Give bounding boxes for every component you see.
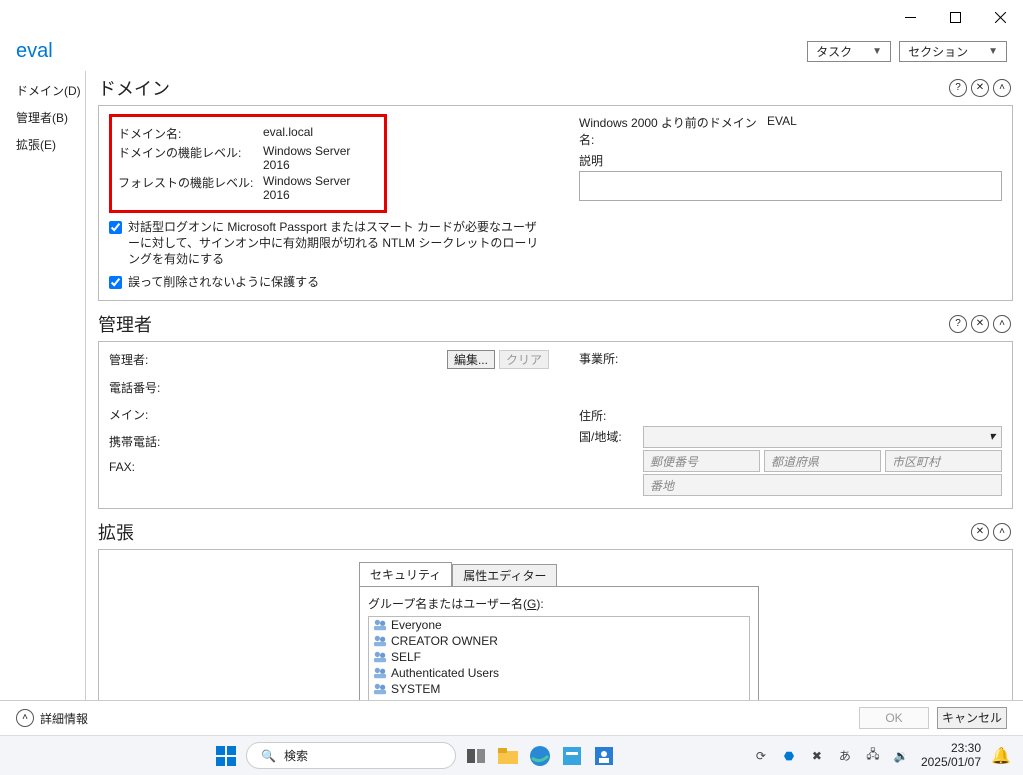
ext-section-title: 拡張 xyxy=(98,519,134,545)
close-icon[interactable]: ✕ xyxy=(971,315,989,333)
admin-label: 管理者: xyxy=(109,351,189,368)
search-icon: 🔍 xyxy=(261,749,276,763)
notifications-icon[interactable]: 🔔 xyxy=(993,748,1009,764)
list-item[interactable]: Authenticated Users xyxy=(369,665,749,681)
tab-attr-editor[interactable]: 属性エディター xyxy=(452,564,557,586)
chevron-down-icon: ▼ xyxy=(988,46,998,57)
close-icon[interactable]: ✕ xyxy=(971,523,989,541)
tray-icon[interactable]: ⬣ xyxy=(781,748,797,764)
fax-label: FAX: xyxy=(109,460,189,474)
users-group-icon xyxy=(373,682,387,696)
pre2000-value: EVAL xyxy=(767,114,797,148)
sidebar-item-ext[interactable]: 拡張(E) xyxy=(16,131,85,158)
ext-section: セキュリティ 属性エディター グループ名またはユーザー名(G): Everyon… xyxy=(98,549,1013,700)
users-group-icon xyxy=(373,666,387,680)
country-label: 国/地域: xyxy=(579,428,639,445)
section-dropdown[interactable]: セクション ▼ xyxy=(899,41,1007,62)
main: ドメイン ? ✕ ˄ ドメイン名:eval.local ドメインの機能レベル:W… xyxy=(86,71,1023,700)
minimize-button[interactable] xyxy=(888,3,933,31)
zip-input[interactable]: 郵便番号 xyxy=(643,450,760,472)
task-dropdown[interactable]: タスク ▼ xyxy=(807,41,891,62)
ntlm-rolling-checkbox[interactable] xyxy=(109,221,122,234)
sidebar-item-domain[interactable]: ドメイン(D) xyxy=(16,77,85,104)
tab-security[interactable]: セキュリティ xyxy=(359,562,452,586)
start-icon[interactable] xyxy=(214,744,238,768)
domain-section-title: ドメイン xyxy=(98,75,170,101)
dfl-value: Windows Server 2016 xyxy=(263,144,376,172)
phone-label: 電話番号: xyxy=(109,379,189,396)
cancel-button[interactable]: キャンセル xyxy=(937,707,1007,729)
collapse-icon[interactable]: ˄ xyxy=(993,79,1011,97)
city-input[interactable]: 市区町村 xyxy=(885,450,1002,472)
sidebar: ドメイン(D) 管理者(B) 拡張(E) xyxy=(0,71,86,700)
protect-delete-text: 誤って削除されないように保護する xyxy=(128,274,319,290)
admin-section-title: 管理者 xyxy=(98,311,152,337)
taskbar: 🔍検索 ⟳ ⬣ ✖ あ 🖧 🔉 23:302025/01/07 🔔 xyxy=(0,735,1023,775)
domain-section: ドメイン名:eval.local ドメインの機能レベル:Windows Serv… xyxy=(98,105,1013,301)
volume-icon[interactable]: 🔉 xyxy=(893,748,909,764)
edge-icon[interactable] xyxy=(528,744,552,768)
tray-icon[interactable]: ✖ xyxy=(809,748,825,764)
task-view-icon[interactable] xyxy=(464,744,488,768)
close-icon[interactable]: ✕ xyxy=(971,79,989,97)
description-input[interactable] xyxy=(579,171,1002,201)
ntlm-rolling-text: 対話型ログオンに Microsoft Passport またはスマート カードが… xyxy=(128,219,539,268)
users-group-icon xyxy=(373,618,387,632)
ime-icon[interactable]: あ xyxy=(837,748,853,764)
mobile-label: 携帯電話: xyxy=(109,433,189,450)
tray-icon[interactable]: ⟳ xyxy=(753,748,769,764)
chevron-down-icon: ▼ xyxy=(872,46,882,57)
admin-section: 管理者:編集...クリア 電話番号: メイン: 携帯電話: FAX: 事業所: … xyxy=(98,341,1013,509)
pre2000-label: Windows 2000 より前のドメイン名: xyxy=(579,114,759,148)
clock[interactable]: 23:302025/01/07 xyxy=(921,742,981,770)
list-item[interactable]: SELF xyxy=(369,649,749,665)
toolbar: eval タスク ▼ セクション ▼ xyxy=(0,34,1023,71)
explorer-icon[interactable] xyxy=(496,744,520,768)
app-icon[interactable] xyxy=(592,744,616,768)
address-label: 住所: xyxy=(579,407,639,424)
groups-label: グループ名またはユーザー名(G): xyxy=(368,595,750,612)
sidebar-item-admin[interactable]: 管理者(B) xyxy=(16,104,85,131)
list-item[interactable]: SYSTEM xyxy=(369,681,749,697)
clear-button[interactable]: クリア xyxy=(499,350,549,369)
task-label: タスク xyxy=(816,43,852,60)
desc-label: 説明 xyxy=(579,152,1002,169)
domain-highlight-box: ドメイン名:eval.local ドメインの機能レベル:Windows Serv… xyxy=(109,114,387,213)
search-input[interactable]: 🔍検索 xyxy=(246,742,456,769)
collapse-icon[interactable]: ˄ xyxy=(993,315,1011,333)
help-icon[interactable]: ? xyxy=(949,79,967,97)
help-icon[interactable]: ? xyxy=(949,315,967,333)
list-item[interactable]: CREATOR OWNER xyxy=(369,633,749,649)
users-group-icon xyxy=(373,634,387,648)
pref-input[interactable]: 都道府県 xyxy=(764,450,881,472)
protect-delete-checkbox[interactable] xyxy=(109,276,122,289)
ok-button[interactable]: OK xyxy=(859,707,929,729)
footer: ˄ 詳細情報 OK キャンセル xyxy=(0,700,1023,735)
domain-name-label: ドメイン名: xyxy=(118,125,263,142)
security-panel: グループ名またはユーザー名(G): Everyone CREATOR OWNER… xyxy=(359,586,759,700)
more-info-label[interactable]: 詳細情報 xyxy=(40,710,88,727)
groups-list[interactable]: Everyone CREATOR OWNER SELF Authenticate… xyxy=(368,616,750,700)
edit-button[interactable]: 編集... xyxy=(447,350,495,369)
ffl-label: フォレストの機能レベル: xyxy=(118,174,263,202)
collapse-icon[interactable]: ˄ xyxy=(993,523,1011,541)
app-icon[interactable] xyxy=(560,744,584,768)
section-label: セクション xyxy=(908,43,968,60)
titlebar xyxy=(0,0,1023,34)
maximize-button[interactable] xyxy=(933,3,978,31)
dfl-label: ドメインの機能レベル: xyxy=(118,144,263,172)
app-title: eval xyxy=(16,40,53,63)
office-label: 事業所: xyxy=(579,350,639,367)
domain-name-value: eval.local xyxy=(263,125,376,142)
country-select[interactable]: ▾ xyxy=(643,426,1002,448)
list-item[interactable]: Everyone xyxy=(369,617,749,633)
expand-icon[interactable]: ˄ xyxy=(16,709,34,727)
main-phone-label: メイン: xyxy=(109,406,189,423)
street-input[interactable]: 番地 xyxy=(643,474,1002,496)
ffl-value: Windows Server 2016 xyxy=(263,174,376,202)
network-icon[interactable]: 🖧 xyxy=(865,748,881,764)
users-group-icon xyxy=(373,650,387,664)
close-button[interactable] xyxy=(978,3,1023,31)
